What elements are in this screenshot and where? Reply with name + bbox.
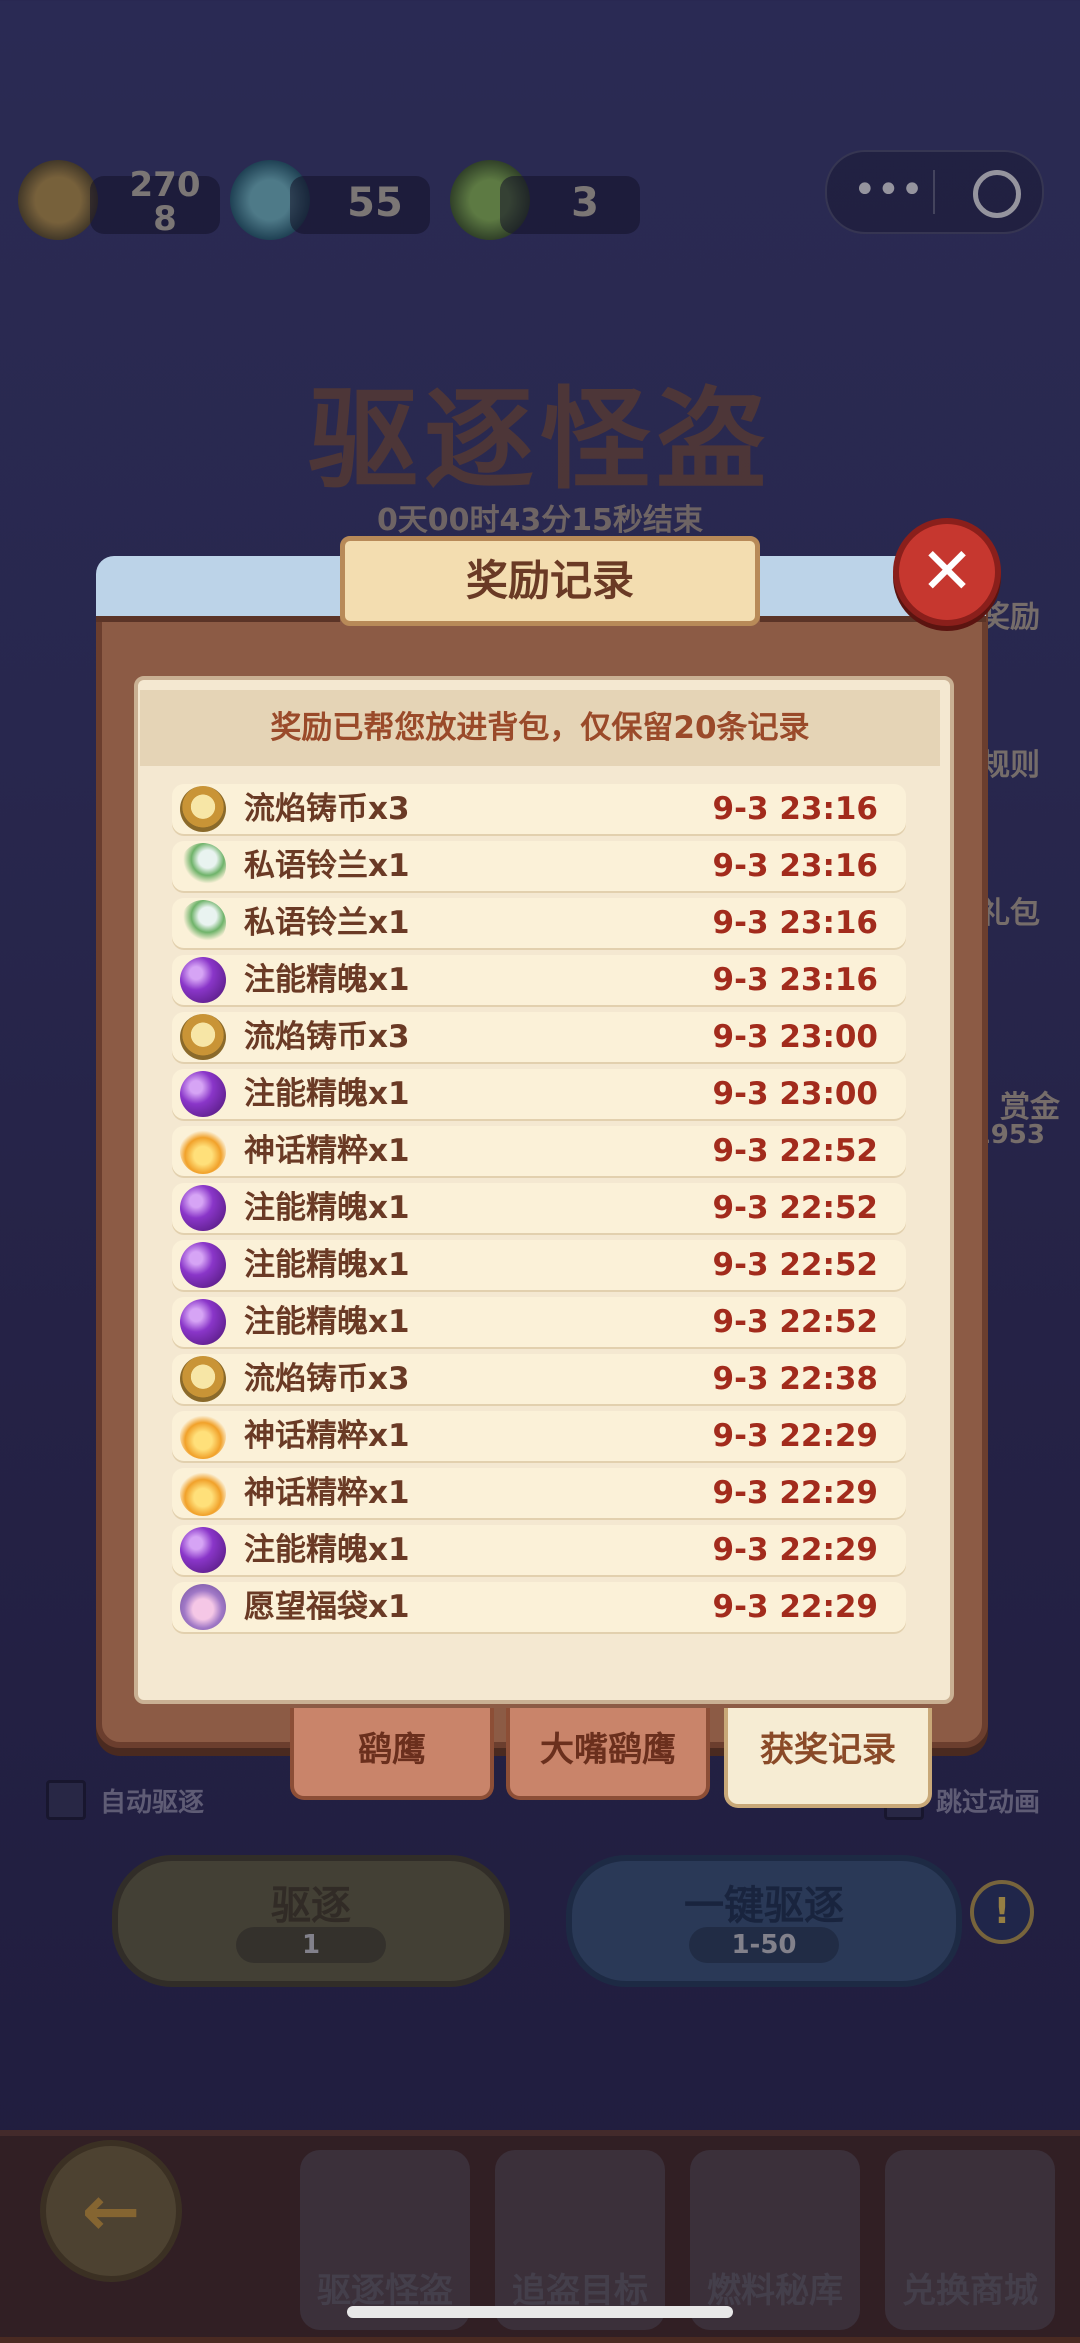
record-row: 流焰铸币x3 9-3 22:38 [172,1354,906,1404]
purple-orb-icon [180,1242,226,1288]
record-row: 注能精魄x1 9-3 22:52 [172,1240,906,1290]
record-item-name: 流焰铸币x3 [244,791,410,827]
record-row: 私语铃兰x1 9-3 23:16 [172,841,906,891]
record-time: 9-3 22:38 [712,1361,878,1397]
myth-essence-icon [180,1470,226,1516]
record-time: 9-3 22:52 [712,1133,878,1169]
record-time: 9-3 23:16 [712,848,878,884]
record-row: 流焰铸币x3 9-3 23:16 [172,784,906,834]
record-row: 神话精粹x1 9-3 22:29 [172,1411,906,1461]
record-row: 注能精魄x1 9-3 22:52 [172,1183,906,1233]
record-item-name: 注能精魄x1 [244,1532,410,1568]
flame-coin-icon [180,1014,226,1060]
myth-essence-icon [180,1413,226,1459]
wish-bag-icon [180,1584,226,1630]
record-time: 9-3 22:52 [712,1190,878,1226]
lily-flower-icon [180,900,226,946]
record-item-name: 流焰铸币x3 [244,1019,410,1055]
lily-flower-icon [180,843,226,889]
record-time: 9-3 22:29 [712,1589,878,1625]
flame-coin-icon [180,786,226,832]
record-time: 9-3 23:16 [712,905,878,941]
tab-harrier[interactable]: 鹞鹰 [290,1708,494,1800]
record-time: 9-3 23:16 [712,962,878,998]
record-time: 9-3 23:00 [712,1019,878,1055]
record-item-name: 注能精魄x1 [244,1304,410,1340]
modal-title: 奖励记录 [465,556,634,605]
record-row: 神话精粹x1 9-3 22:29 [172,1468,906,1518]
record-notice: 奖励已帮您放进背包，仅保留20条记录 [140,690,940,766]
record-row: 注能精魄x1 9-3 22:52 [172,1297,906,1347]
record-item-name: 注能精魄x1 [244,962,410,998]
record-row: 愿望福袋x1 9-3 22:29 [172,1582,906,1632]
record-item-name: 流焰铸币x3 [244,1361,410,1397]
record-time: 9-3 22:52 [712,1247,878,1283]
record-item-name: 注能精魄x1 [244,1076,410,1112]
purple-orb-icon [180,1071,226,1117]
record-time: 9-3 22:29 [712,1532,878,1568]
record-time: 9-3 23:16 [712,791,878,827]
record-row: 流焰铸币x3 9-3 23:00 [172,1012,906,1062]
myth-essence-icon [180,1128,226,1174]
tab-bigmouth-harrier[interactable]: 大嘴鹞鹰 [506,1708,710,1800]
record-item-name: 私语铃兰x1 [244,848,410,884]
tab-reward-record[interactable]: 获奖记录 [724,1708,932,1808]
home-indicator[interactable] [347,2306,733,2318]
record-time: 9-3 23:00 [712,1076,878,1112]
record-row: 私语铃兰x1 9-3 23:16 [172,898,906,948]
record-row: 神话精粹x1 9-3 22:52 [172,1126,906,1176]
modal-close-button[interactable]: ✕ [893,518,1001,626]
purple-orb-icon [180,1185,226,1231]
record-item-name: 神话精粹x1 [244,1418,410,1454]
record-item-name: 注能精魄x1 [244,1247,410,1283]
purple-orb-icon [180,1299,226,1345]
record-row: 注能精魄x1 9-3 23:00 [172,1069,906,1119]
record-item-name: 私语铃兰x1 [244,905,410,941]
record-time: 9-3 22:29 [712,1475,878,1511]
record-item-name: 愿望福袋x1 [244,1589,410,1625]
record-row: 注能精魄x1 9-3 23:16 [172,955,906,1005]
record-item-name: 神话精粹x1 [244,1475,410,1511]
record-time: 9-3 22:29 [712,1418,878,1454]
record-row: 注能精魄x1 9-3 22:29 [172,1525,906,1575]
purple-orb-icon [180,1527,226,1573]
record-item-name: 神话精粹x1 [244,1133,410,1169]
modal-title-banner: 奖励记录 [340,536,760,626]
close-icon: ✕ [920,535,974,609]
record-item-name: 注能精魄x1 [244,1190,410,1226]
flame-coin-icon [180,1356,226,1402]
record-time: 9-3 22:52 [712,1304,878,1340]
purple-orb-icon [180,957,226,1003]
